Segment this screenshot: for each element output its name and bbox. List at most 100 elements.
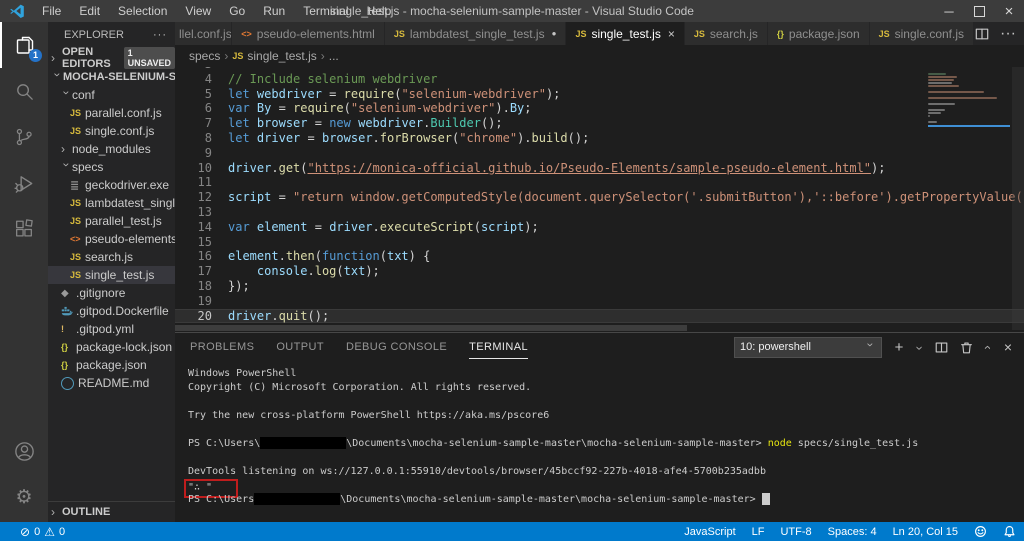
minimize-button[interactable]: ─ — [934, 0, 964, 22]
more-actions-icon[interactable]: ··· — [1000, 25, 1016, 43]
code-line-17[interactable]: 17 console.log(txt); — [175, 264, 1024, 279]
tree-item-conf[interactable]: ›conf — [48, 86, 175, 104]
code-line-13[interactable]: 13 — [175, 205, 1024, 220]
explorer-icon[interactable]: 1 — [0, 22, 48, 68]
close-tab-icon[interactable]: × — [668, 27, 675, 41]
menu-run[interactable]: Run — [254, 4, 294, 18]
close-panel-icon[interactable]: × — [1000, 339, 1016, 355]
tree-item-readme-md[interactable]: README.md — [48, 374, 175, 392]
tab-search-js[interactable]: JSsearch.js — [685, 22, 768, 45]
tree-item-search-js[interactable]: JSsearch.js — [48, 248, 175, 266]
breadcrumb-item-specs[interactable]: specs — [189, 49, 220, 63]
code-line-14[interactable]: 14var element = driver.executeScript(scr… — [175, 220, 1024, 235]
status-spaces-4[interactable]: Spaces: 4 — [820, 526, 885, 538]
status-ln-20-col-15[interactable]: Ln 20, Col 15 — [885, 526, 966, 538]
panel-tab-problems[interactable]: PROBLEMS — [190, 335, 254, 359]
tab-llel-conf-js[interactable]: llel.conf.js — [175, 22, 232, 45]
tree-item-parallel-conf-js[interactable]: JSparallel.conf.js — [48, 104, 175, 122]
tab-single-conf-js[interactable]: JSsingle.conf.js — [870, 22, 974, 45]
tree-item-mocha-selenium-samp[interactable]: ›MOCHA-SELENIUM-SAMP... — [48, 68, 175, 86]
restore-button[interactable] — [964, 0, 994, 22]
code-line-7[interactable]: 7let browser = new webdriver.Builder(); — [175, 116, 1024, 131]
more-actions-icon[interactable]: ··· — [153, 29, 167, 41]
terminal-line: Windows PowerShell — [188, 367, 1014, 381]
close-button[interactable]: × — [994, 0, 1024, 22]
status-lf[interactable]: LF — [744, 526, 773, 538]
tree-item-single-conf-js[interactable]: JSsingle.conf.js — [48, 122, 175, 140]
tree-item-parallel-test-js[interactable]: JSparallel_test.js — [48, 212, 175, 230]
code-line-9[interactable]: 9 — [175, 146, 1024, 161]
tree-item-lambdatest-single-t[interactable]: JSlambdatest_single_t... — [48, 194, 175, 212]
tree-item-gitpod-dockerfile[interactable]: .gitpod.Dockerfile — [48, 302, 175, 320]
tree-item-gitignore[interactable]: ◆.gitignore — [48, 284, 175, 302]
problems-status[interactable]: ⊘ 0 ⚠ 0 — [12, 526, 73, 538]
tree-item-geckodriver-exe[interactable]: ≣geckodriver.exe — [48, 176, 175, 194]
menu-edit[interactable]: Edit — [70, 4, 109, 18]
chevron-down-icon[interactable]: › — [912, 344, 928, 352]
terminal-output[interactable]: Windows PowerShellCopyright (C) Microsof… — [188, 367, 1014, 518]
js-file-icon: JS — [70, 270, 85, 280]
open-editors-section[interactable]: › OPEN EDITORS 1 UNSAVED — [48, 48, 175, 68]
code-editor[interactable]: 34// Include selenium webdriver5let webd… — [175, 67, 1024, 332]
outline-section[interactable]: › OUTLINE — [48, 501, 175, 522]
tree-item-label: package.json — [76, 358, 147, 372]
code-line-4[interactable]: 4// Include selenium webdriver — [175, 72, 1024, 87]
code-line-12[interactable]: 12script = "return window.getComputedSty… — [175, 190, 1024, 205]
tree-item-gitpod-yml[interactable]: !.gitpod.yml — [48, 320, 175, 338]
panel-tab-output[interactable]: OUTPUT — [276, 335, 324, 359]
breadcrumb-item-single-test-js[interactable]: single_test.js — [247, 49, 316, 63]
bell-icon[interactable] — [995, 525, 1024, 538]
new-terminal-icon[interactable]: + — [891, 339, 907, 355]
title-bar: FileEditSelectionViewGoRunTerminalHelp s… — [0, 0, 1024, 22]
menu-selection[interactable]: Selection — [109, 4, 176, 18]
terminal-dropdown[interactable]: 10: powershell › — [734, 337, 882, 358]
search-icon[interactable] — [0, 68, 48, 114]
source-control-icon[interactable] — [0, 114, 48, 160]
menu-view[interactable]: View — [176, 4, 220, 18]
code-line-10[interactable]: 10driver.get("https://monica-official.gi… — [175, 161, 1024, 176]
redaction-box — [260, 437, 346, 449]
split-editor-icon[interactable] — [974, 26, 990, 42]
code-line-6[interactable]: 6var By = require("selenium-webdriver").… — [175, 101, 1024, 116]
settings-icon[interactable]: ⚙ — [0, 474, 48, 520]
account-icon[interactable] — [0, 428, 48, 474]
tab-single-test-js[interactable]: JSsingle_test.js× — [566, 22, 684, 45]
tree-item-package-json[interactable]: {}package.json — [48, 356, 175, 374]
vertical-scrollbar[interactable] — [1012, 67, 1024, 330]
tree-item-node-modules[interactable]: ›node_modules — [48, 140, 175, 158]
panel-tab-debug-console[interactable]: DEBUG CONSOLE — [346, 335, 447, 359]
feedback-smiley-icon[interactable] — [966, 525, 995, 538]
tab-lambdatest-single-test-js[interactable]: JSlambdatest_single_test.js● — [385, 22, 567, 45]
tree-item-single-test-js[interactable]: JSsingle_test.js — [48, 266, 175, 284]
code-line-15[interactable]: 15 — [175, 235, 1024, 250]
horizontal-scrollbar[interactable] — [175, 325, 687, 331]
status-utf-8[interactable]: UTF-8 — [772, 526, 819, 538]
minimap-line — [928, 112, 941, 114]
split-terminal-icon[interactable] — [933, 339, 949, 355]
maximize-panel-icon[interactable]: › — [978, 343, 994, 351]
code-line-19[interactable]: 19 — [175, 294, 1024, 309]
gear-glyph: ⚙ — [15, 486, 32, 509]
code-line-8[interactable]: 8let driver = browser.forBrowser("chrome… — [175, 131, 1024, 146]
status-javascript[interactable]: JavaScript — [676, 526, 743, 538]
line-number: 19 — [175, 294, 212, 309]
code-line-18[interactable]: 18}); — [175, 279, 1024, 294]
code-line-20[interactable]: 20driver.quit(); — [175, 309, 1024, 324]
tab-pseudo-elements-html[interactable]: <>pseudo-elements.html — [232, 22, 385, 45]
breadcrumb-item-[interactable]: ... — [329, 49, 339, 63]
tree-item-pseudo-elements-ht[interactable]: <>pseudo-elements.ht... — [48, 230, 175, 248]
tree-item-package-lock-json[interactable]: {}package-lock.json — [48, 338, 175, 356]
code-line-16[interactable]: 16element.then(function(txt) { — [175, 249, 1024, 264]
code-line-11[interactable]: 11 — [175, 175, 1024, 190]
tree-item-specs[interactable]: ›specs — [48, 158, 175, 176]
breadcrumb[interactable]: specs›JSsingle_test.js›... — [175, 45, 1024, 67]
tab-package-json[interactable]: {}package.json — [768, 22, 870, 45]
kill-terminal-icon[interactable] — [958, 339, 974, 355]
menu-file[interactable]: File — [33, 4, 70, 18]
menu-go[interactable]: Go — [220, 4, 254, 18]
extensions-icon[interactable] — [0, 206, 48, 252]
code-line-5[interactable]: 5let webdriver = require("selenium-webdr… — [175, 87, 1024, 102]
run-debug-icon[interactable] — [0, 160, 48, 206]
panel-tab-terminal[interactable]: TERMINAL — [469, 335, 528, 359]
minimap[interactable] — [928, 70, 1010, 127]
